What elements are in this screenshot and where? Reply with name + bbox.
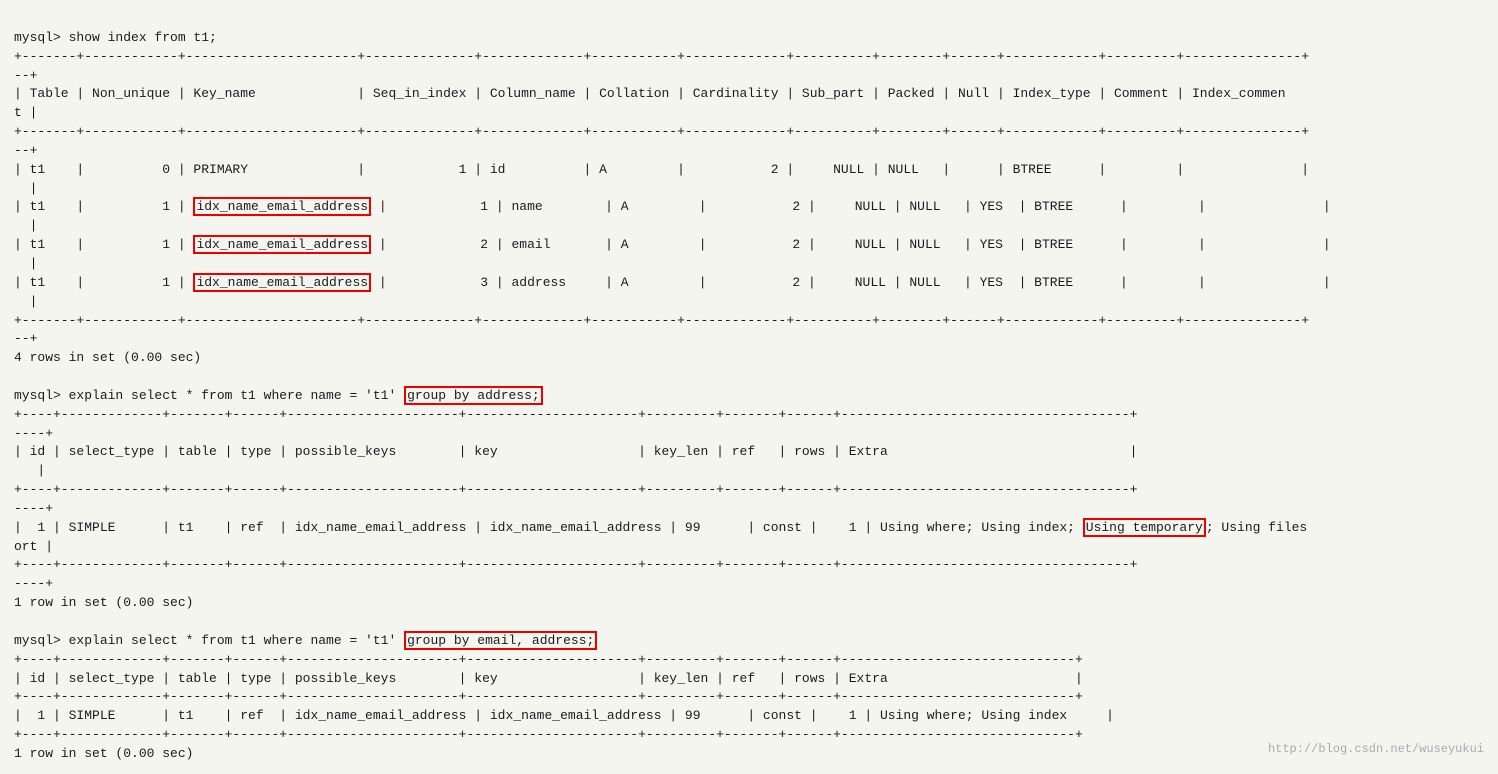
highlight-idx-name-3: idx_name_email_address (193, 273, 371, 292)
explain-header-cont: | (14, 463, 45, 478)
highlight-idx-name-2: idx_name_email_address (193, 235, 371, 254)
terminal-output: mysql> show index from t1; +-------+----… (14, 10, 1484, 764)
border-4: --+ (14, 143, 37, 158)
highlight-idx-name-1: idx_name_email_address (193, 197, 371, 216)
explain2-header: | id | select_type | table | type | poss… (14, 671, 1083, 686)
explain-header: | id | select_type | table | type | poss… (14, 444, 1137, 459)
explain-border-4: ----+ (14, 501, 53, 516)
highlight-group-by-email-address: group by email, address; (404, 631, 597, 650)
row-count-3: 1 row in set (0.00 sec) (14, 746, 193, 761)
explain-data-1-cont: ort | (14, 539, 53, 554)
row-count-1: 4 rows in set (0.00 sec) (14, 350, 201, 365)
explain2-data-1: | 1 | SIMPLE | t1 | ref | idx_name_email… (14, 708, 1114, 723)
header-row-cont: t | (14, 105, 37, 120)
data-row-1: | t1 | 0 | PRIMARY | 1 | id | A | 2 | NU… (14, 162, 1309, 177)
watermark: http://blog.csdn.net/wuseyukui (1268, 742, 1484, 756)
border-5: +-------+------------+------------------… (14, 313, 1309, 328)
highlight-group-by-address: group by address; (404, 386, 543, 405)
explain-border-2: ----+ (14, 426, 53, 441)
explain2-border-2: +----+-------------+-------+------+-----… (14, 689, 1083, 704)
explain-border-3: +----+-------------+-------+------+-----… (14, 482, 1137, 497)
border-2: --+ (14, 68, 37, 83)
border-1: +-------+------------+------------------… (14, 49, 1309, 64)
command-line-1: mysql> show index from t1; (14, 30, 217, 45)
border-3: +-------+------------+------------------… (14, 124, 1309, 139)
data-row-4: | t1 | 1 | idx_name_email_address | 3 | … (14, 273, 1331, 292)
command-line-2: mysql> explain select * from t1 where na… (14, 386, 543, 405)
row-count-2: 1 row in set (0.00 sec) (14, 595, 193, 610)
explain-border-6: ----+ (14, 576, 53, 591)
command-line-3: mysql> explain select * from t1 where na… (14, 631, 597, 650)
explain2-border-3: +----+-------------+-------+------+-----… (14, 727, 1083, 742)
data-row-3-cont: | (14, 256, 37, 271)
highlight-using-temporary: Using temporary (1083, 518, 1206, 537)
data-row-4-cont: | (14, 294, 37, 309)
explain-data-1: | 1 | SIMPLE | t1 | ref | idx_name_email… (14, 518, 1307, 537)
data-row-3: | t1 | 1 | idx_name_email_address | 2 | … (14, 235, 1331, 254)
header-row: | Table | Non_unique | Key_name | Seq_in… (14, 86, 1286, 101)
explain2-border-1: +----+-------------+-------+------+-----… (14, 652, 1083, 667)
data-row-2-cont: | (14, 218, 37, 233)
data-row-2: | t1 | 1 | idx_name_email_address | 1 | … (14, 197, 1331, 216)
data-row-1-cont: | (14, 181, 37, 196)
explain-border-5: +----+-------------+-------+------+-----… (14, 557, 1137, 572)
explain-border-1: +----+-------------+-------+------+-----… (14, 407, 1137, 422)
border-6: --+ (14, 331, 37, 346)
